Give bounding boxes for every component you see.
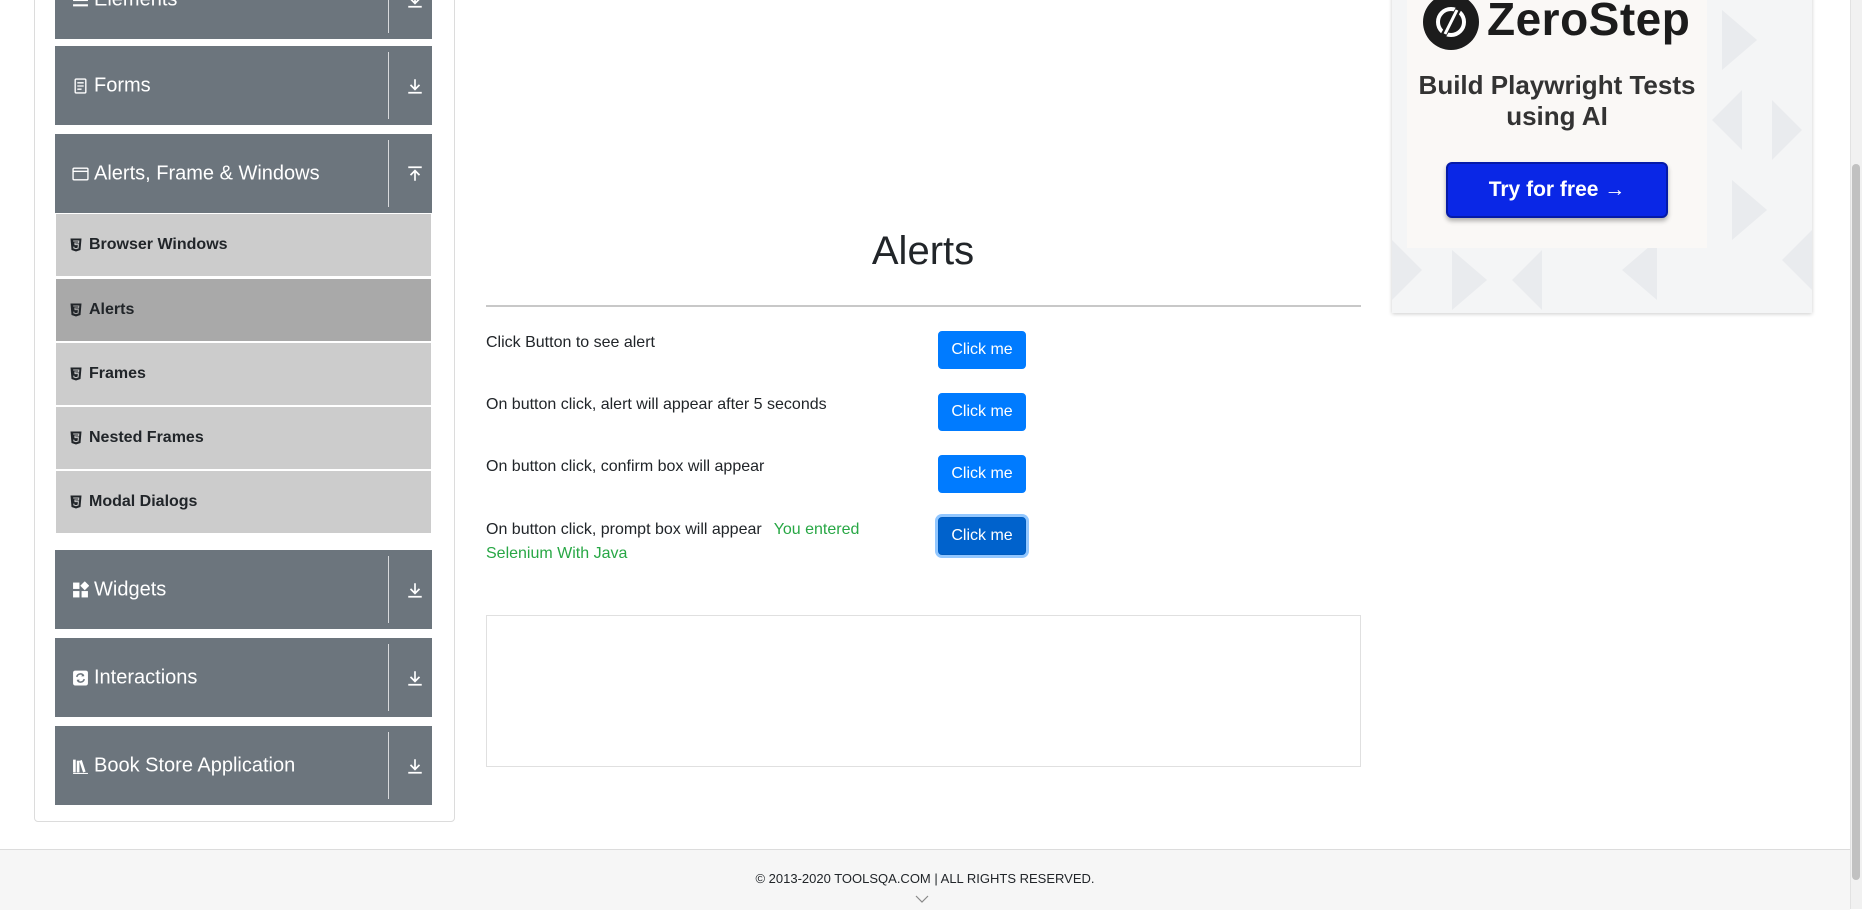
expand-arrow-icon[interactable] [406, 757, 424, 775]
sidebar-item-alerts[interactable]: Alerts [56, 279, 431, 341]
sidebar-group-label: Book Store Application [94, 754, 296, 776]
html5-icon [70, 303, 82, 317]
zerostep-logo-icon [1423, 0, 1479, 50]
confirm-row-label: On button click, confirm box will appear [486, 458, 765, 475]
sidebar-item-frames[interactable]: Frames [56, 343, 431, 405]
timer-alert-button[interactable]: Click me [938, 393, 1026, 431]
sidebar-item-label: Nested Frames [89, 429, 204, 446]
form-document-icon [72, 77, 89, 94]
page-title: Alerts [871, 229, 975, 273]
sidebar-item-browser-windows[interactable]: Browser Windows [56, 214, 431, 276]
alert-button[interactable]: Click me [938, 331, 1026, 369]
sidebar-group-elements[interactable]: Elements [55, 0, 432, 39]
html5-icon [70, 238, 82, 252]
sidebar-item-label: Alerts [89, 301, 135, 318]
sidebar-group-label: Elements [94, 0, 177, 11]
chevron-down-icon[interactable] [915, 894, 929, 904]
divider [388, 732, 389, 799]
sidebar-group-widgets[interactable]: Widgets [55, 550, 432, 629]
html5-icon [70, 495, 82, 509]
expand-arrow-icon[interactable] [406, 669, 424, 687]
collapse-arrow-icon[interactable] [406, 165, 424, 183]
timer-alert-row-label: On button click, alert will appear after… [486, 396, 827, 413]
divider [388, 644, 389, 711]
expand-arrow-icon[interactable] [406, 77, 424, 95]
sidebar-group-forms[interactable]: Forms [55, 46, 432, 125]
expand-arrow-icon[interactable] [406, 581, 424, 599]
prompt-row-label: On button click, prompt box will appear [486, 521, 762, 538]
sidebar-item-label: Browser Windows [89, 236, 228, 253]
divider [388, 556, 389, 623]
interactions-icon [72, 669, 89, 686]
advertisement-banner[interactable]: ZeroStep Build Playwright Tests using AI… [1392, 0, 1812, 313]
scrollbar-thumb[interactable] [1852, 164, 1860, 880]
title-divider [486, 305, 1361, 307]
sidebar-item-label: Modal Dialogs [89, 493, 198, 510]
html5-icon [70, 367, 82, 381]
sidebar-item-label: Frames [89, 365, 146, 382]
sidebar-group-book-store-application[interactable]: Book Store Application [55, 726, 432, 805]
sidebar-group-label: Interactions [94, 666, 198, 688]
sidebar-item-nested-frames[interactable]: Nested Frames [56, 407, 431, 469]
html5-icon [70, 431, 82, 445]
widgets-grid-icon [72, 581, 89, 598]
page-scrollbar[interactable] [1850, 0, 1862, 909]
books-icon [72, 757, 89, 774]
ad-try-free-button[interactable]: Try for free → [1446, 162, 1668, 218]
ad-headline: Build Playwright Tests using AI [1418, 70, 1696, 131]
alert-row-label: Click Button to see alert [486, 334, 655, 351]
expand-arrow-icon[interactable] [406, 0, 424, 9]
divider [388, 0, 389, 33]
ad-placeholder-box [486, 615, 1361, 767]
divider [388, 52, 389, 119]
footer: © 2013-2020 TOOLSQA.COM | ALL RIGHTS RES… [0, 849, 1850, 910]
sidebar-group-label: Alerts, Frame & Windows [94, 162, 320, 184]
sidebar-group-alerts-frame-windows[interactable]: Alerts, Frame & Windows [55, 134, 432, 213]
divider [388, 140, 389, 207]
prompt-button[interactable]: Click me [938, 517, 1026, 555]
footer-copyright: © 2013-2020 TOOLSQA.COM | ALL RIGHTS RES… [755, 871, 1095, 886]
sidebar-group-label: Widgets [94, 578, 167, 600]
confirm-button[interactable]: Click me [938, 455, 1026, 493]
sidebar-group-interactions[interactable]: Interactions [55, 638, 432, 717]
ad-brand-name: ZeroStep [1487, 0, 1691, 45]
sidebar-item-modal-dialogs[interactable]: Modal Dialogs [56, 471, 431, 533]
sidebar-group-label: Forms [94, 74, 151, 96]
window-icon [72, 165, 89, 182]
prompt-row: On button click, prompt box will appear Y… [486, 518, 906, 566]
list-icon [72, 0, 89, 8]
